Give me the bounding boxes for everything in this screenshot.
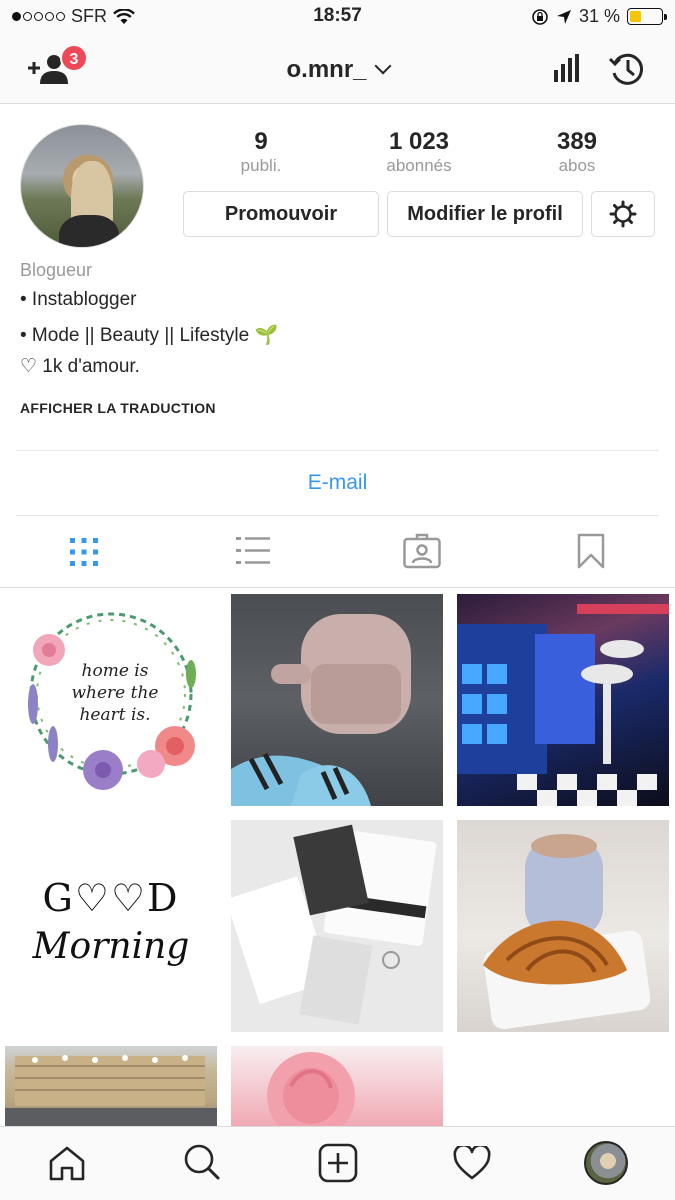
followers-count-value: 1 023 bbox=[388, 128, 450, 155]
settings-button[interactable] bbox=[591, 191, 655, 237]
tab-new-post[interactable] bbox=[318, 1143, 358, 1188]
history-icon bbox=[608, 53, 643, 85]
post-thumbnail[interactable] bbox=[457, 820, 669, 1032]
post-caption-art: home is where the heart is. bbox=[65, 660, 165, 726]
bio-line: ♡ 1k d'amour. bbox=[20, 356, 140, 377]
tab-grid[interactable] bbox=[69, 537, 99, 572]
post-thumbnail[interactable]: home is where the heart is. bbox=[5, 594, 217, 806]
profile-category: Blogueur bbox=[20, 260, 93, 280]
post-thumbnail[interactable] bbox=[5, 1046, 217, 1126]
archive-button[interactable] bbox=[608, 51, 646, 92]
list-icon bbox=[236, 537, 270, 564]
tab-list[interactable] bbox=[236, 535, 270, 572]
following-count-label: abos bbox=[558, 156, 596, 175]
heart-icon bbox=[453, 1143, 491, 1180]
battery-icon bbox=[627, 8, 667, 25]
gear-icon bbox=[609, 200, 637, 228]
orientation-lock-icon bbox=[532, 8, 548, 25]
bio-line: • Mode || Beauty || Lifestyle 🌱 bbox=[20, 325, 279, 346]
grid-icon bbox=[70, 538, 98, 566]
profile-avatar-large[interactable] bbox=[20, 124, 144, 248]
home-icon bbox=[49, 1146, 85, 1181]
posts-count-label: publi. bbox=[240, 156, 282, 175]
followers-count-label: abonnés bbox=[386, 156, 452, 175]
art-line: heart is. bbox=[79, 705, 151, 725]
post-thumbnail[interactable] bbox=[457, 594, 669, 806]
tab-saved[interactable] bbox=[577, 533, 605, 574]
garden-photo bbox=[5, 1055, 217, 1126]
post-thumbnail[interactable] bbox=[231, 594, 443, 806]
add-icon bbox=[318, 1143, 358, 1183]
tagged-icon bbox=[403, 533, 441, 569]
tab-profile-avatar[interactable] bbox=[584, 1141, 628, 1185]
location-icon bbox=[556, 9, 571, 24]
followers-count[interactable]: 1 023 abonnés bbox=[359, 128, 479, 176]
tab-activity[interactable] bbox=[453, 1143, 491, 1185]
username-label: o.mnr_ bbox=[286, 56, 367, 83]
art-line: G♡♡D bbox=[42, 876, 180, 920]
tab-search[interactable] bbox=[183, 1143, 221, 1186]
profile-tabs bbox=[0, 517, 675, 588]
stats-icon bbox=[554, 54, 579, 82]
diner-photo bbox=[457, 604, 669, 806]
show-translation-link[interactable]: AFFICHER LA TRADUCTION bbox=[20, 400, 216, 416]
posts-count[interactable]: 9 publi. bbox=[201, 128, 321, 176]
chevron-down-icon bbox=[374, 57, 391, 75]
tab-home[interactable] bbox=[48, 1145, 86, 1186]
post-thumbnail[interactable]: G♡♡D Morning bbox=[5, 820, 217, 1032]
bookmark-icon bbox=[577, 533, 605, 569]
following-count-value: 389 bbox=[556, 128, 598, 155]
status-right: 31 % bbox=[531, 6, 667, 27]
tab-tagged[interactable] bbox=[403, 533, 441, 574]
profile-bio: Blogueur • Instablogger • Mode || Beauty… bbox=[20, 260, 640, 377]
edit-profile-button[interactable]: Modifier le profil bbox=[387, 191, 583, 237]
following-count[interactable]: 389 abos bbox=[517, 128, 637, 176]
battery-percent: 31 % bbox=[578, 6, 620, 26]
backpack-photo bbox=[231, 614, 411, 806]
email-button[interactable]: E-mail bbox=[16, 450, 659, 516]
status-bar: SFR 18:57 31 % bbox=[0, 0, 675, 34]
art-line: home is bbox=[81, 661, 149, 681]
post-thumbnail[interactable] bbox=[231, 1046, 443, 1126]
bottom-tab-bar bbox=[0, 1126, 675, 1200]
art-line: where the bbox=[71, 683, 159, 703]
insights-button[interactable] bbox=[552, 54, 582, 87]
post-caption-art: G♡♡D Morning bbox=[5, 876, 217, 967]
post-thumbnail[interactable] bbox=[231, 820, 443, 1032]
promote-button[interactable]: Promouvoir bbox=[183, 191, 379, 237]
search-icon bbox=[184, 1144, 220, 1180]
posts-count-value: 9 bbox=[254, 128, 268, 155]
rose-photo bbox=[267, 1052, 355, 1126]
bio-line: • Instablogger bbox=[20, 289, 137, 310]
croissant-photo bbox=[483, 834, 651, 1030]
flatlay-photo bbox=[231, 824, 437, 1025]
top-nav: 3 o.mnr_ bbox=[0, 34, 675, 104]
art-line: Morning bbox=[32, 926, 190, 967]
